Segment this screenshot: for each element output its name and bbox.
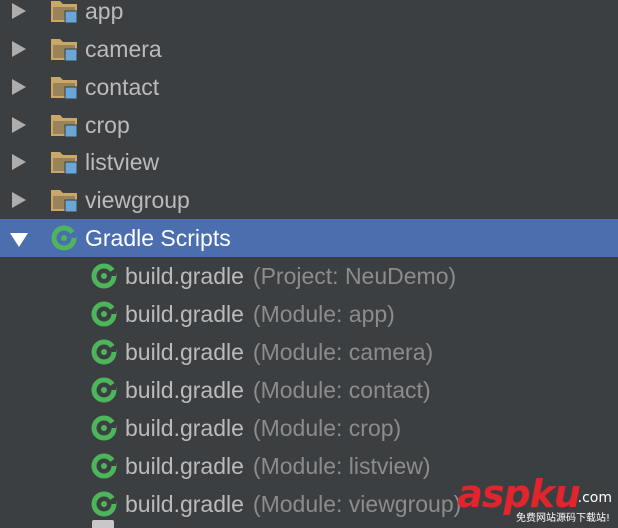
- tree-item-contact[interactable]: contact: [0, 68, 618, 106]
- file-detail: (Module: contact): [252, 377, 431, 403]
- chevron-down-icon[interactable]: [10, 233, 28, 247]
- chevron-right-icon[interactable]: [12, 117, 26, 133]
- tree-item-gradle-scripts[interactable]: Gradle Scripts: [0, 219, 618, 257]
- gradle-icon: [91, 491, 117, 517]
- tree-item-build-gradle[interactable]: build.gradle (Module: listview): [0, 447, 618, 485]
- tree-item-listview[interactable]: listview: [0, 143, 618, 181]
- tree-item-text: build.gradle (Module: listview): [125, 447, 431, 485]
- file-name: build.gradle: [125, 339, 244, 365]
- file-detail: (Module: camera): [252, 339, 434, 365]
- tree-item-build-gradle[interactable]: build.gradle (Module: app): [0, 295, 618, 333]
- file-detail: (Module: listview): [252, 453, 431, 479]
- tree-item-crop[interactable]: crop: [0, 106, 618, 144]
- tree-item-app[interactable]: app: [0, 0, 618, 30]
- tree-item-label: listview: [85, 149, 160, 175]
- tree-item-label: contact: [85, 74, 160, 100]
- tree-item-text: build.gradle (Module: app): [125, 295, 395, 333]
- tree-item-text: build.gradle (Module: crop): [125, 409, 401, 447]
- chevron-right-icon[interactable]: [12, 41, 26, 57]
- file-detail: (Module: viewgroup): [252, 491, 462, 517]
- tree-item-text: build.gradle (Module: camera): [125, 333, 433, 371]
- gradle-icon: [91, 415, 117, 441]
- file-name: build.gradle: [125, 453, 244, 479]
- file-detail: (Module: crop): [252, 415, 402, 441]
- module-folder-icon: [51, 190, 78, 213]
- tree-item-build-gradle[interactable]: build.gradle (Module: camera): [0, 333, 618, 371]
- gradle-icon: [91, 377, 117, 403]
- module-folder-icon: [51, 1, 78, 24]
- tree-item-viewgroup[interactable]: viewgroup: [0, 181, 618, 219]
- module-folder-icon: [51, 77, 78, 100]
- gradle-icon: [51, 225, 77, 251]
- tree-item-label: Gradle Scripts: [85, 225, 231, 251]
- chevron-right-icon[interactable]: [12, 3, 26, 19]
- tree-item-label: app: [85, 0, 124, 24]
- file-name: build.gradle: [125, 377, 244, 403]
- gradle-icon: [91, 263, 117, 289]
- tree-item-label: crop: [85, 112, 130, 138]
- gradle-icon: [91, 339, 117, 365]
- tree-item-text: build.gradle (Project: NeuDemo): [125, 257, 456, 295]
- tree-item-label: camera: [85, 36, 162, 62]
- file-detail: (Module: app): [252, 301, 395, 327]
- file-icon: [92, 520, 114, 528]
- tree-item-camera[interactable]: camera: [0, 30, 618, 68]
- tree-item-text: build.gradle (Module: viewgroup): [125, 485, 461, 523]
- file-name: build.gradle: [125, 491, 244, 517]
- tree-item-label: viewgroup: [85, 187, 190, 213]
- module-folder-icon: [51, 115, 78, 138]
- file-name: build.gradle: [125, 415, 244, 441]
- tree-item-build-gradle[interactable]: build.gradle (Project: NeuDemo): [0, 257, 618, 295]
- tree-item-build-gradle[interactable]: build.gradle (Module: contact): [0, 371, 618, 409]
- gradle-icon: [91, 453, 117, 479]
- module-folder-icon: [51, 39, 78, 62]
- chevron-right-icon[interactable]: [12, 154, 26, 170]
- project-tree: app camera contact crop listview viewgro…: [0, 0, 618, 528]
- chevron-right-icon[interactable]: [12, 79, 26, 95]
- chevron-right-icon[interactable]: [12, 192, 26, 208]
- tree-item-build-gradle[interactable]: build.gradle (Module: crop): [0, 409, 618, 447]
- file-name: build.gradle: [125, 301, 244, 327]
- file-name: build.gradle: [125, 263, 244, 289]
- module-folder-icon: [51, 152, 78, 175]
- file-detail: (Project: NeuDemo): [252, 263, 457, 289]
- gradle-icon: [91, 301, 117, 327]
- tree-item-build-gradle[interactable]: build.gradle (Module: viewgroup): [0, 485, 618, 523]
- tree-item-text: build.gradle (Module: contact): [125, 371, 431, 409]
